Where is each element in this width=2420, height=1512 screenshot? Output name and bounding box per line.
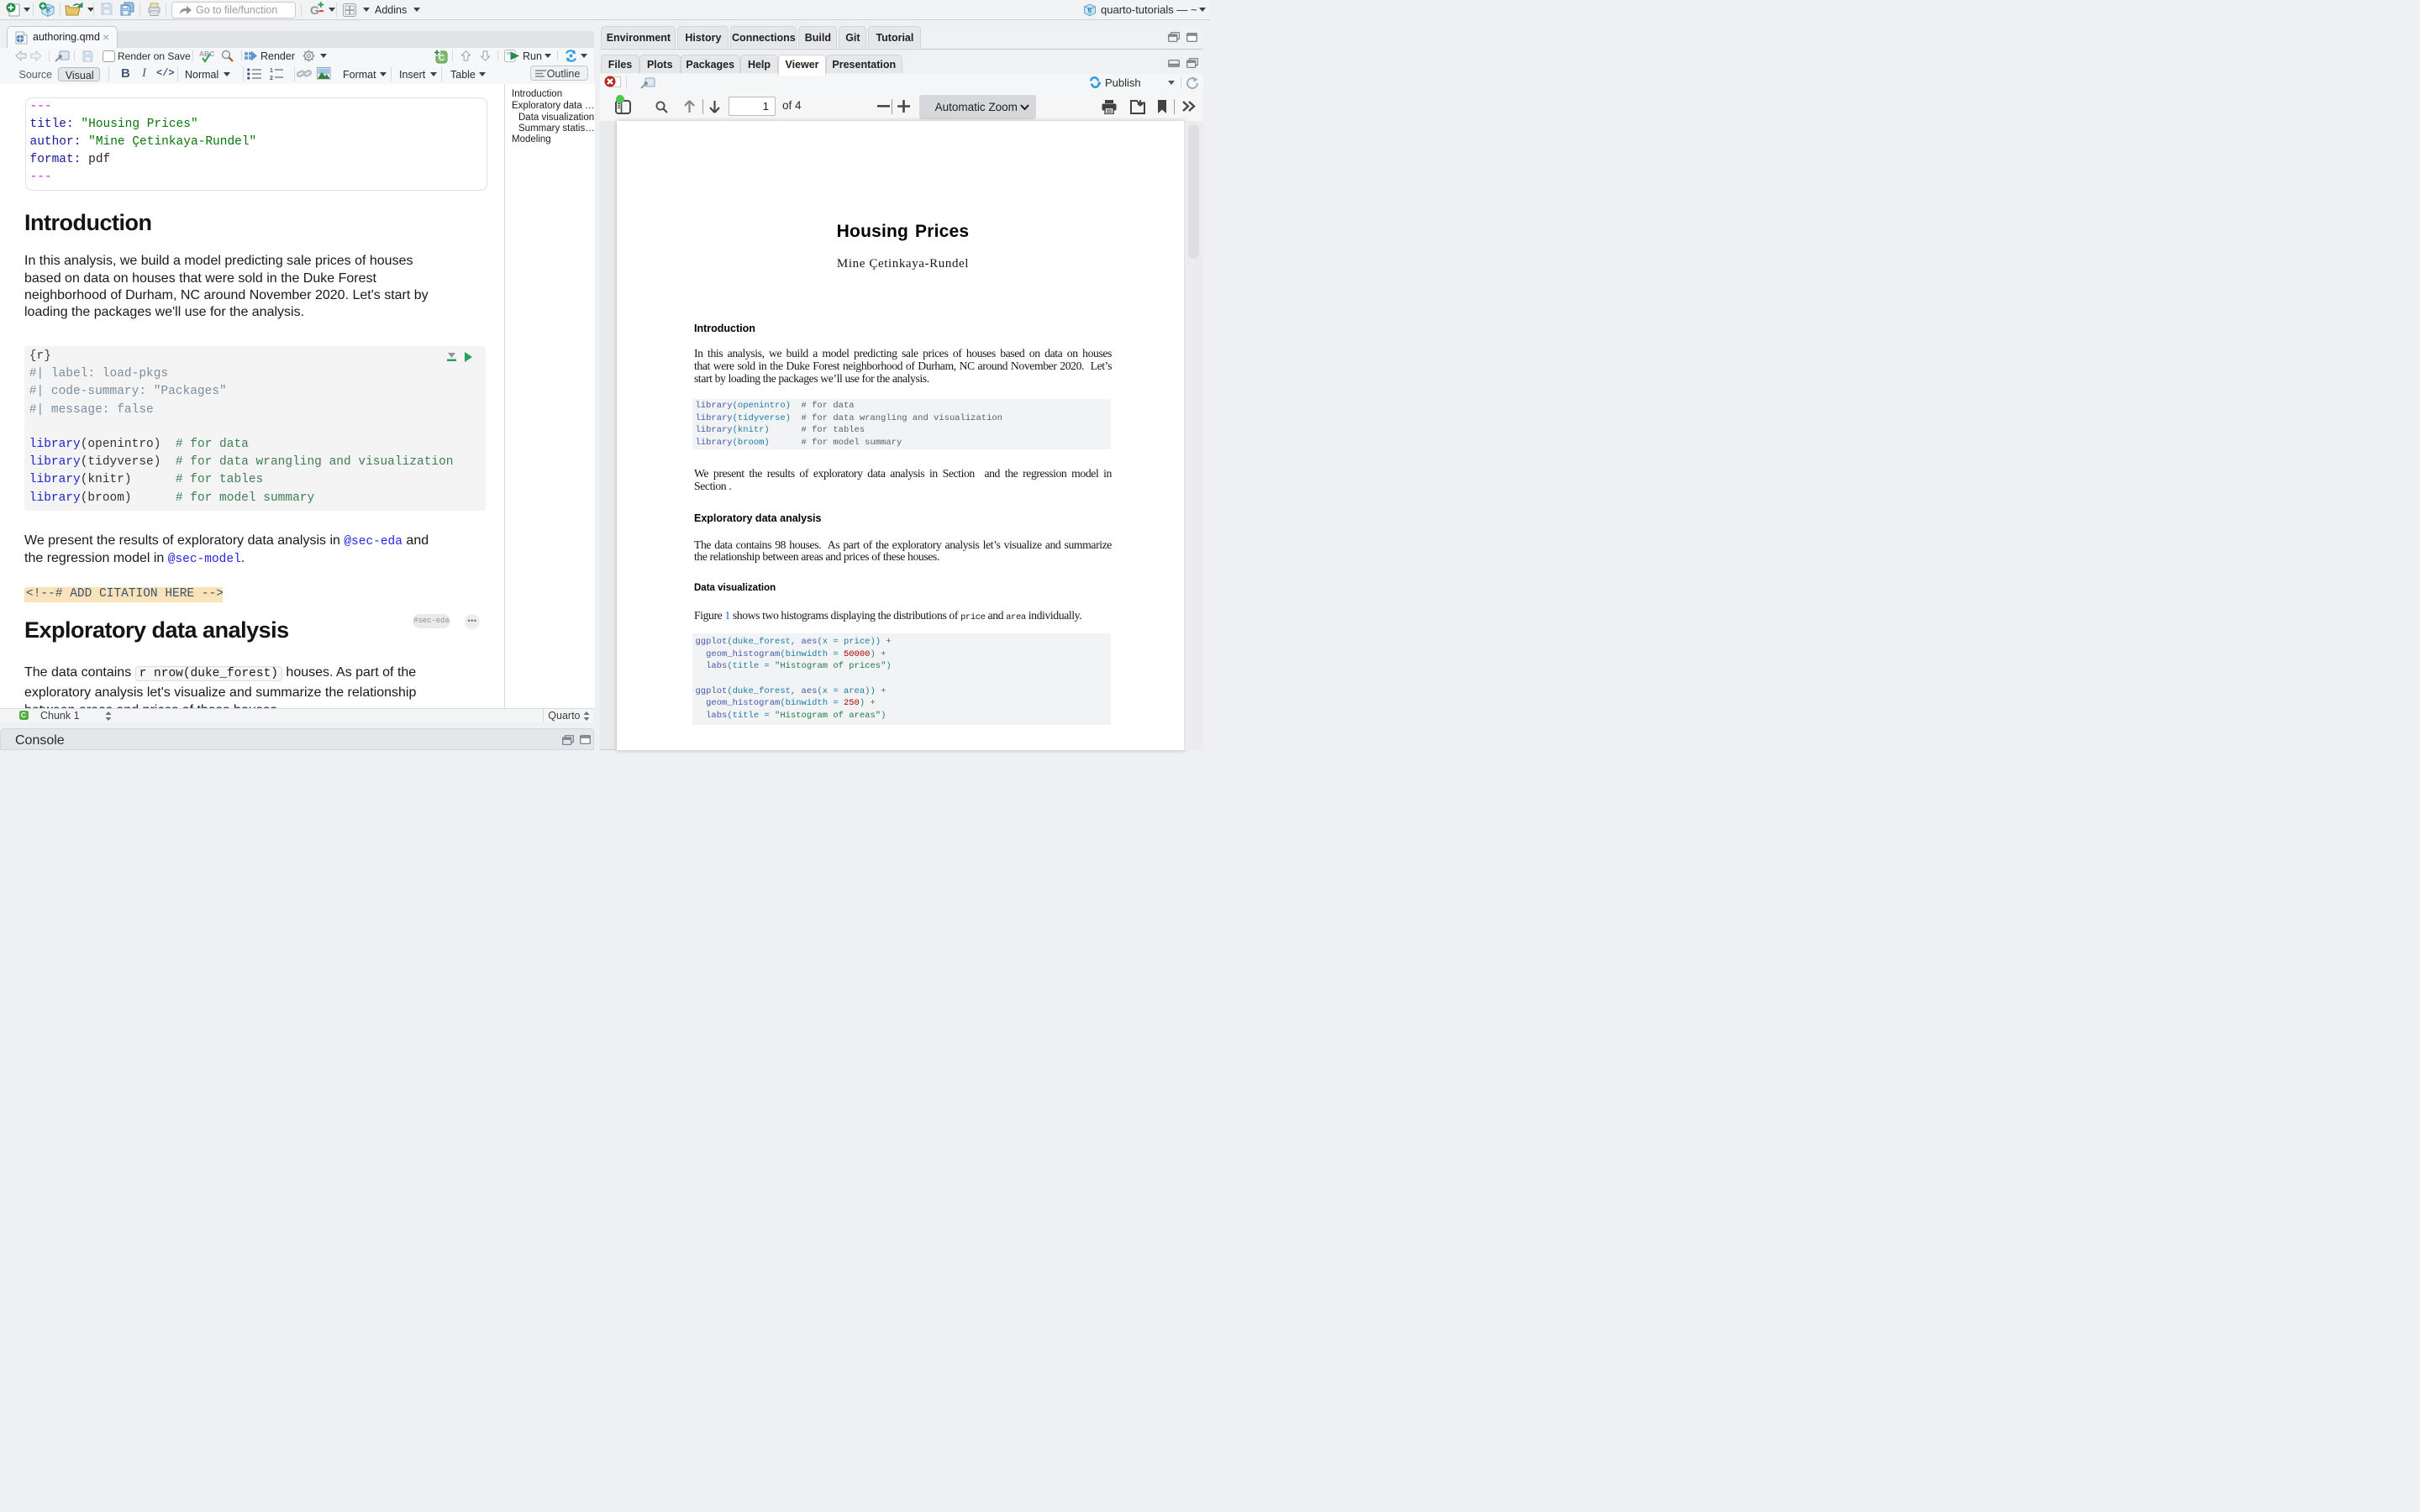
svg-text:G: G bbox=[310, 3, 319, 17]
svg-text:2: 2 bbox=[270, 76, 273, 80]
svg-text:R: R bbox=[1087, 6, 1092, 14]
svg-text:C: C bbox=[439, 54, 445, 63]
svg-text:1: 1 bbox=[270, 68, 273, 74]
svg-text:R: R bbox=[45, 6, 50, 14]
svg-text:ABC: ABC bbox=[199, 50, 214, 58]
